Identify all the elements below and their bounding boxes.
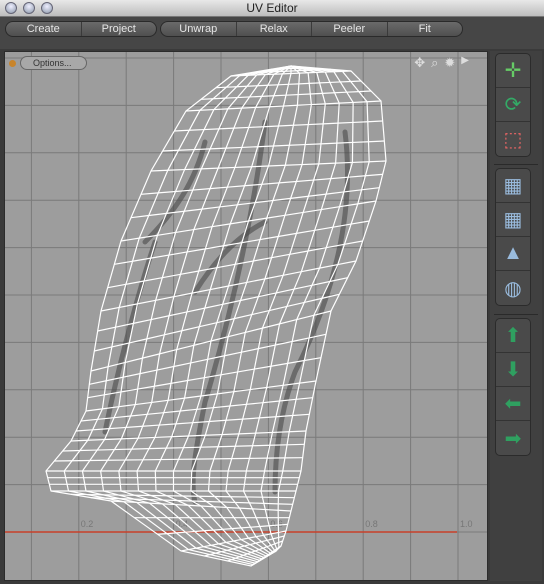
zoom-icon[interactable]: ⌕ — [431, 55, 438, 71]
align-left-button[interactable]: ⬅ — [496, 387, 530, 421]
project-button[interactable]: Project — [82, 22, 157, 36]
window-title: UV Editor — [246, 1, 298, 15]
play-icon[interactable]: ▶ — [461, 55, 469, 71]
relax-button[interactable]: Relax — [237, 22, 312, 36]
align-top-icon: ⬆ — [504, 325, 522, 347]
create-button[interactable]: Create — [6, 22, 82, 36]
zoom-button[interactable] — [41, 2, 53, 14]
toolbar: Create Project Unwrap Relax Peeler Fit — [0, 17, 544, 49]
spherical-projection-icon: ◍ — [504, 277, 522, 300]
status-dot — [9, 60, 16, 67]
axis-tick-label: 1.0 — [460, 519, 473, 529]
align-right-button[interactable]: ➡ — [496, 421, 530, 455]
uv-viewport[interactable]: 0.2 0.4 0.6 0.8 1.0 Options... ✥ ⌕ ✹ ▶ — [4, 51, 488, 581]
move-icon[interactable]: ✥ — [414, 55, 425, 71]
close-button[interactable] — [5, 2, 17, 14]
rotate-tool-button[interactable]: ⟳ — [496, 88, 530, 122]
align-bottom-button[interactable]: ⬇ — [496, 353, 530, 387]
scale-tool-button[interactable]: ⬚ — [496, 122, 530, 156]
cylindrical-projection-button[interactable]: ▦ — [496, 169, 530, 203]
gear-icon[interactable]: ✹ — [444, 55, 455, 71]
tool-sidebar: ✛ ⟳ ⬚ ▦ ▦ ▲ ◍ ⬆ ⬇ ⬅ ➡ — [490, 51, 542, 581]
uv-mesh-edge — [63, 65, 292, 566]
options-button[interactable]: Options... — [20, 56, 87, 70]
axis-tick-label: 0.8 — [365, 519, 378, 529]
unwrap-button[interactable]: Unwrap — [161, 22, 237, 36]
planar-projection-button[interactable]: ▦ — [496, 203, 530, 237]
spherical-projection-button[interactable]: ◍ — [496, 271, 530, 305]
rotate-tool-icon: ⟳ — [504, 94, 522, 116]
perspective-projection-button[interactable]: ▲ — [496, 237, 530, 271]
uv-mesh-edge — [70, 493, 295, 499]
minimize-button[interactable] — [23, 2, 35, 14]
uv-mesh-edge — [200, 90, 372, 100]
uv-mesh-edge — [185, 100, 382, 112]
move-tool-icon: ✛ — [504, 60, 522, 82]
align-bottom-icon: ⬇ — [504, 359, 522, 381]
move-tool-button[interactable]: ✛ — [496, 54, 530, 88]
align-top-button[interactable]: ⬆ — [496, 319, 530, 353]
unwrap-group: Unwrap Relax Peeler Fit — [160, 21, 463, 37]
perspective-projection-icon: ▲ — [503, 242, 523, 264]
create-project-group: Create Project — [5, 21, 157, 37]
uv-canvas[interactable]: 0.2 0.4 0.6 0.8 1.0 — [5, 52, 488, 581]
align-left-icon: ⬅ — [504, 393, 522, 415]
planar-projection-icon: ▦ — [503, 209, 523, 231]
axis-tick-label: 0.2 — [81, 519, 94, 529]
cylindrical-projection-icon: ▦ — [503, 175, 523, 197]
align-right-icon: ➡ — [504, 427, 522, 450]
axis-tick-label: 0.6 — [270, 519, 283, 529]
uv-mesh-edge — [154, 65, 292, 559]
scale-tool-icon: ⬚ — [503, 128, 523, 151]
fit-button[interactable]: Fit — [388, 22, 463, 36]
title-bar: UV Editor — [0, 0, 544, 17]
peeler-button[interactable]: Peeler — [312, 22, 388, 36]
